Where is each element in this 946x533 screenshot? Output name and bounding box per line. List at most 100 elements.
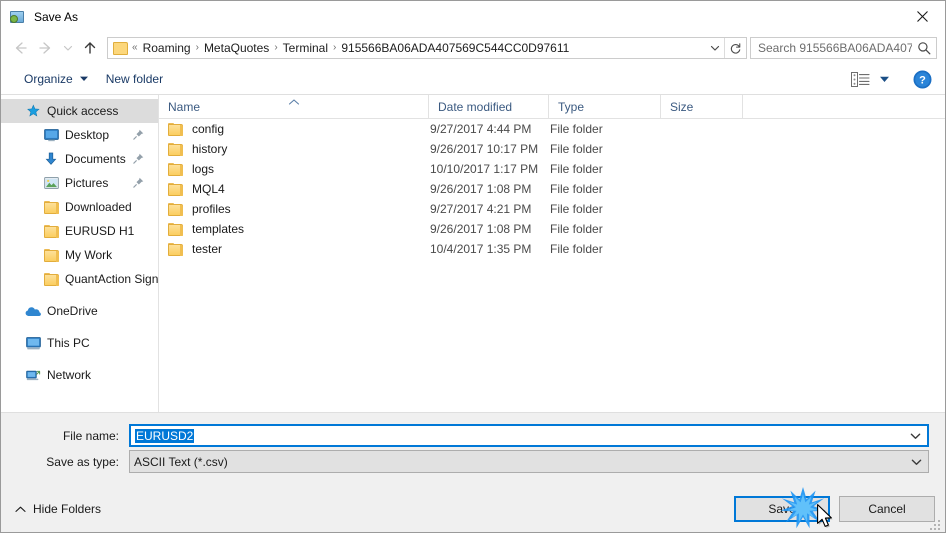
breadcrumb-item-2[interactable]: Terminal bbox=[279, 38, 332, 58]
table-row[interactable]: config 9/27/2017 4:44 PM File folder bbox=[159, 119, 945, 139]
search-button[interactable] bbox=[912, 41, 936, 55]
save-as-type-value: ASCII Text (*.csv) bbox=[134, 454, 228, 469]
chevron-down-icon bbox=[710, 45, 720, 51]
sidebar-item-label: EURUSD H1 bbox=[65, 224, 135, 238]
view-dropdown-button[interactable] bbox=[876, 73, 893, 86]
recent-locations-button[interactable] bbox=[59, 35, 77, 61]
table-row[interactable]: tester 10/4/2017 1:35 PM File folder bbox=[159, 239, 945, 259]
column-header-type[interactable]: Type bbox=[549, 95, 661, 118]
file-rows: config 9/27/2017 4:44 PM File folder his… bbox=[159, 119, 945, 412]
save-as-type-label: Save as type: bbox=[46, 454, 119, 469]
change-view-button[interactable] bbox=[847, 69, 874, 90]
save-button[interactable]: Save bbox=[734, 496, 830, 522]
file-name-cell: profiles bbox=[159, 202, 429, 216]
file-type-cell: File folder bbox=[550, 242, 603, 256]
sidebar-item-network[interactable]: Network bbox=[1, 363, 158, 387]
table-row[interactable]: history 9/26/2017 10:17 PM File folder bbox=[159, 139, 945, 159]
hide-folders-button[interactable]: Hide Folders bbox=[15, 502, 101, 516]
breadcrumb: « Roaming › MetaQuotes › Terminal › 9155… bbox=[131, 38, 706, 58]
sidebar-item-desktop[interactable]: Desktop bbox=[1, 123, 158, 147]
column-header-label: Name bbox=[168, 99, 201, 114]
file-fields-area: File name: EURUSD2 Save as type: ASCII T… bbox=[1, 412, 945, 486]
breadcrumb-item-1[interactable]: MetaQuotes bbox=[200, 38, 273, 58]
column-headers: Name Date modified Type Size bbox=[159, 95, 945, 119]
sidebar-item-this-pc[interactable]: This PC bbox=[1, 331, 158, 355]
close-button[interactable] bbox=[899, 1, 945, 31]
dialog-footer: Hide Folders Save Cancel bbox=[1, 486, 945, 532]
file-name-cell: tester bbox=[159, 242, 429, 256]
file-name-text: MQL4 bbox=[192, 182, 225, 196]
file-name-cell: history bbox=[159, 142, 429, 156]
search-input[interactable]: Search 915566BA06ADA40756... bbox=[751, 41, 912, 55]
cancel-button[interactable]: Cancel bbox=[839, 496, 935, 522]
table-row[interactable]: logs 10/10/2017 1:17 PM File folder bbox=[159, 159, 945, 179]
address-dropdown-button[interactable] bbox=[706, 42, 724, 54]
sidebar-item-quick-access[interactable]: Quick access bbox=[1, 99, 158, 123]
column-header-label: Date modified bbox=[438, 99, 513, 114]
file-name-value: EURUSD2 bbox=[131, 428, 903, 443]
file-date-cell: 9/27/2017 4:21 PM bbox=[430, 202, 532, 216]
save-as-type-select[interactable]: ASCII Text (*.csv) bbox=[129, 450, 929, 473]
pin-icon[interactable] bbox=[132, 152, 145, 165]
svg-text:?: ? bbox=[919, 74, 926, 86]
chevron-down-icon bbox=[79, 76, 88, 81]
hide-folders-label: Hide Folders bbox=[33, 502, 102, 516]
column-header-date-modified[interactable]: Date modified bbox=[429, 95, 549, 118]
folder-icon bbox=[168, 162, 183, 176]
sidebar-item-my-work[interactable]: My Work bbox=[1, 243, 158, 267]
table-row[interactable]: profiles 9/27/2017 4:21 PM File folder bbox=[159, 199, 945, 219]
sidebar-item-pictures[interactable]: Pictures bbox=[1, 171, 158, 195]
forward-arrow-icon bbox=[39, 42, 51, 54]
star-icon bbox=[25, 103, 41, 119]
table-row[interactable]: MQL4 9/26/2017 1:08 PM File folder bbox=[159, 179, 945, 199]
sidebar-item-onedrive[interactable]: OneDrive bbox=[1, 299, 158, 323]
up-arrow-icon bbox=[84, 42, 96, 54]
organize-button[interactable]: Organize bbox=[15, 68, 97, 90]
search-icon bbox=[918, 42, 931, 55]
search-box[interactable]: Search 915566BA06ADA40756... bbox=[750, 37, 937, 59]
save-as-type-dropdown-button[interactable] bbox=[904, 458, 928, 466]
cloud-icon bbox=[25, 303, 41, 319]
file-type-cell: File folder bbox=[550, 122, 603, 136]
table-row[interactable]: templates 9/26/2017 1:08 PM File folder bbox=[159, 219, 945, 239]
sort-ascending-icon bbox=[288, 95, 299, 109]
sidebar-item-eurusd-h1[interactable]: EURUSD H1 bbox=[1, 219, 158, 243]
network-icon bbox=[25, 367, 41, 383]
pin-icon[interactable] bbox=[132, 176, 145, 189]
save-button-label: Save bbox=[768, 502, 796, 516]
help-button[interactable]: ? bbox=[911, 68, 933, 90]
back-button[interactable] bbox=[7, 35, 33, 61]
file-name-input[interactable]: EURUSD2 bbox=[129, 424, 929, 447]
resize-grip[interactable] bbox=[930, 518, 942, 530]
file-name-cell: MQL4 bbox=[159, 182, 429, 196]
file-name-dropdown-button[interactable] bbox=[903, 432, 927, 440]
breadcrumb-item-3[interactable]: 915566BA06ADA407569C544CC0D97611 bbox=[337, 38, 573, 58]
file-name-label: File name: bbox=[62, 428, 119, 443]
file-type-cell: File folder bbox=[550, 222, 603, 236]
sidebar-item-downloaded[interactable]: Downloaded bbox=[1, 195, 158, 219]
sidebar-item-label: Network bbox=[47, 368, 92, 382]
column-header-name[interactable]: Name bbox=[159, 95, 429, 118]
forward-button[interactable] bbox=[33, 35, 59, 61]
file-list-pane: Name Date modified Type Size config 9/27… bbox=[159, 95, 945, 412]
new-folder-button[interactable]: New folder bbox=[97, 68, 172, 90]
column-header-size[interactable]: Size bbox=[661, 95, 743, 118]
file-type-cell: File folder bbox=[550, 162, 603, 176]
pc-icon bbox=[25, 335, 41, 351]
folder-icon bbox=[43, 247, 59, 263]
sidebar-item-quantaction-signal[interactable]: QuantAction Signal bbox=[1, 267, 158, 291]
address-bar[interactable]: « Roaming › MetaQuotes › Terminal › 9155… bbox=[107, 37, 747, 59]
breadcrumb-overflow[interactable]: « bbox=[131, 38, 139, 58]
back-arrow-icon bbox=[15, 42, 27, 54]
breadcrumb-item-0[interactable]: Roaming bbox=[139, 38, 195, 58]
chevron-up-icon bbox=[15, 506, 26, 512]
file-name-text: profiles bbox=[192, 202, 231, 216]
pin-icon[interactable] bbox=[132, 128, 145, 141]
file-date-cell: 9/26/2017 1:08 PM bbox=[430, 182, 532, 196]
folder-icon bbox=[168, 122, 183, 136]
file-date-cell: 9/26/2017 1:08 PM bbox=[430, 222, 532, 236]
up-button[interactable] bbox=[77, 35, 103, 61]
command-toolbar: Organize New folder ? bbox=[1, 64, 945, 95]
refresh-button[interactable] bbox=[724, 38, 746, 58]
sidebar-item-documents[interactable]: Documents bbox=[1, 147, 158, 171]
